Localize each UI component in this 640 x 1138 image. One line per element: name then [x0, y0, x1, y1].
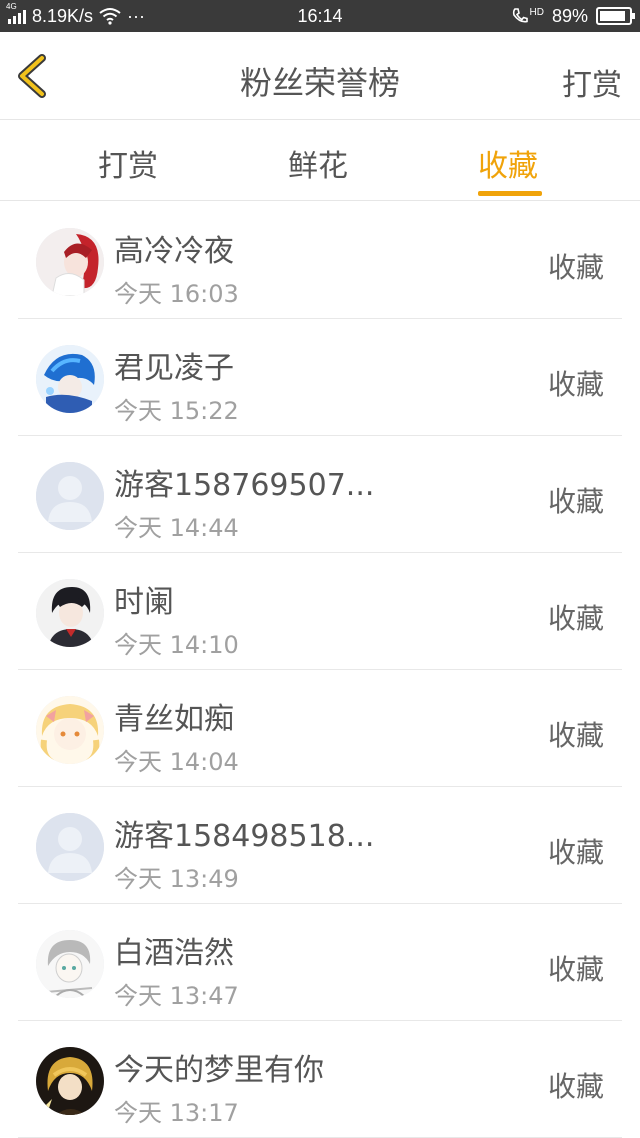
page-title: 粉丝荣誉榜 — [239, 64, 400, 102]
default-user-avatar[interactable] — [36, 462, 104, 530]
battery-fill — [600, 11, 625, 21]
battery-percent: 89% — [551, 5, 588, 26]
user-name: 时阑 — [114, 585, 174, 620]
timestamp: 今天 14:04 — [114, 748, 239, 776]
list-item[interactable]: 高冷冷夜 今天 16:03 收藏 — [0, 202, 640, 319]
hd-call-icon: HD — [511, 7, 544, 25]
user-name: 今天的梦里有你 — [114, 1053, 324, 1088]
list-item[interactable]: 游客158769507... 今天 14:44 收藏 — [0, 436, 640, 553]
timestamp: 今天 13:47 — [114, 982, 239, 1010]
action-label: 收藏 — [547, 602, 604, 635]
action-label: 收藏 — [547, 953, 604, 986]
tip-button[interactable]: 打赏 — [562, 60, 622, 104]
fan-list: 高冷冷夜 今天 16:03 收藏 君见凌子 今天 15:22 收藏 游客1587… — [0, 202, 640, 1138]
battery-icon — [596, 7, 635, 25]
tab-flowers[interactable]: 鲜花 — [288, 141, 348, 185]
action-label: 收藏 — [547, 719, 604, 752]
user-name: 君见凌子 — [114, 351, 234, 386]
action-label: 收藏 — [547, 836, 604, 869]
list-item[interactable]: 游客158498518... 今天 13:49 收藏 — [0, 787, 640, 904]
timestamp: 今天 14:10 — [114, 631, 239, 659]
user-name: 白酒浩然 — [114, 936, 234, 971]
avatar[interactable] — [36, 1047, 104, 1115]
tab-bar: 打赏 鲜花 收藏 — [0, 121, 640, 201]
tab-tip[interactable]: 打赏 — [98, 141, 158, 185]
timestamp: 今天 15:22 — [114, 397, 239, 425]
user-name: 青丝如痴 — [114, 702, 234, 737]
status-right: HD 89% — [511, 5, 635, 27]
tab-favorites[interactable]: 收藏 — [478, 141, 538, 185]
list-item[interactable]: 青丝如痴 今天 14:04 收藏 — [0, 670, 640, 787]
timestamp: 今天 14:44 — [114, 514, 239, 542]
timestamp: 今天 13:49 — [114, 865, 239, 893]
hd-label: HD — [529, 6, 544, 18]
avatar[interactable] — [36, 579, 104, 647]
user-name: 游客158769507... — [114, 468, 375, 503]
action-label: 收藏 — [547, 368, 604, 401]
action-label: 收藏 — [547, 485, 604, 518]
user-name: 高冷冷夜 — [114, 234, 234, 269]
status-bar: 4G 8.19K/s ··· 16:14 HD 89% — [0, 0, 640, 32]
timestamp: 今天 16:03 — [114, 280, 239, 308]
action-label: 收藏 — [547, 251, 604, 284]
timestamp: 今天 13:17 — [114, 1099, 239, 1127]
nav-bar: 粉丝荣誉榜 打赏 — [0, 32, 640, 120]
action-label: 收藏 — [547, 1070, 604, 1103]
avatar[interactable] — [36, 345, 104, 413]
list-item[interactable]: 时阑 今天 14:10 收藏 — [0, 553, 640, 670]
default-user-avatar[interactable] — [36, 813, 104, 881]
user-name: 游客158498518... — [114, 819, 375, 854]
list-item[interactable]: 君见凌子 今天 15:22 收藏 — [0, 319, 640, 436]
list-item[interactable]: 白酒浩然 今天 13:47 收藏 — [0, 904, 640, 1021]
avatar[interactable] — [36, 930, 104, 998]
tab-active-indicator — [478, 191, 542, 196]
avatar[interactable] — [36, 228, 104, 296]
avatar[interactable] — [36, 696, 104, 764]
list-item[interactable]: 今天的梦里有你 今天 13:17 收藏 — [0, 1021, 640, 1138]
